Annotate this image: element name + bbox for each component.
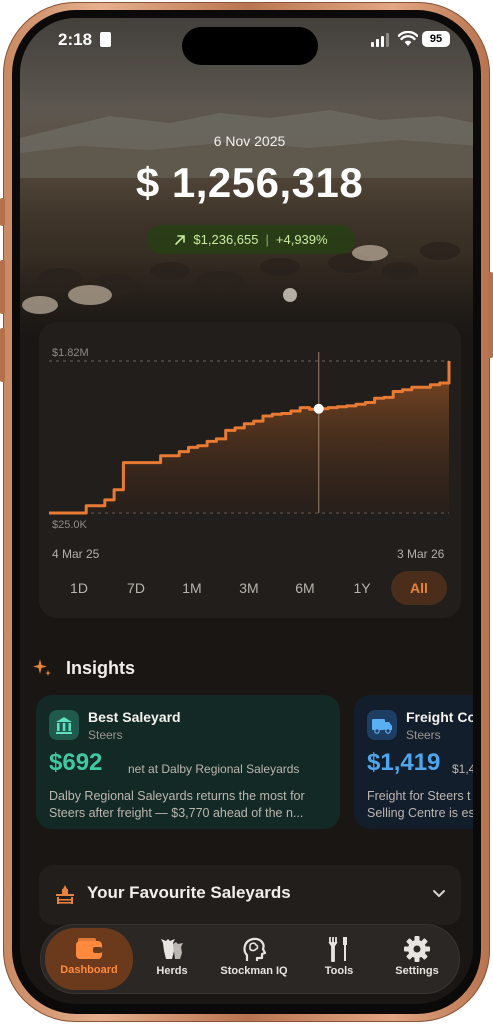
sparkle-icon [33,659,51,676]
insight-subtitle: Steers [406,728,441,742]
volume-down-button [0,328,5,382]
tab-stockman-iq[interactable]: Stockman IQ [209,925,299,993]
brain-head-icon [243,937,267,961]
insight-description: Freight for Steers t Selling Centre is e… [367,789,473,820]
tab-herds[interactable]: Herds [137,925,207,993]
insight-value: $1,419 [367,749,441,776]
range-selector: 1D 7D 1M 3M 6M 1Y All [39,571,461,605]
arrow-up-right-icon [175,234,186,245]
power-button [488,272,493,358]
insight-title: Best Saleyard [88,709,181,725]
tab-label: Herds [156,965,188,977]
insight-title: Freight Co [406,709,473,725]
range-6m[interactable]: 6M [277,571,333,605]
insight-card-best-saleyard[interactable]: Best Saleyard Steers $692 net at Dalby R… [36,695,340,829]
insight-description: Dalby Regional Saleyards returns the mos… [49,789,305,820]
tab-label: Stockman IQ [220,965,288,977]
change-percent: +4,939% [275,232,328,247]
range-all[interactable]: All [391,571,447,605]
insights-header: Insights [32,656,135,680]
bank-icon [49,710,79,740]
x-axis-start-label: 4 Mar 25 [52,547,100,561]
volume-up-button [0,260,5,314]
status-time: 2:18 [58,30,93,49]
insight-note: net at Dalby Regional Saleyards [128,762,300,776]
tab-dashboard[interactable]: Dashboard [45,928,133,990]
favourite-saleyards-title: Your Favourite Saleyards [87,883,291,902]
id-card-icon [100,32,111,47]
change-pill: $1,236,655 | +4,939% [147,225,355,254]
wifi-icon [398,31,418,46]
balance-date: 6 Nov 2025 [213,133,286,149]
tab-label: Tools [324,965,354,977]
wallet-icon [76,938,102,959]
action-button [0,198,5,226]
change-amount: $1,236,655 [193,232,259,247]
range-1y[interactable]: 1Y [334,571,390,605]
battery-indicator: 95 [422,31,450,47]
tab-settings[interactable]: Settings [379,925,455,993]
insight-subtitle: Steers [88,728,123,742]
y-axis-max-label: $1.82M [52,347,89,359]
insight-note: $1,4 [452,762,473,776]
insight-value: $692 [49,749,103,776]
selected-point[interactable] [313,403,324,414]
insights-title: Insights [66,657,136,678]
screen: 2:18 95 6 Nov 2025 $ 1,256,318 $1,236,65… [20,18,473,1004]
cattle-icon [161,939,183,959]
range-7d[interactable]: 7D [108,571,164,605]
signal-icon [371,33,389,47]
change-separator: | [265,232,269,247]
tab-label: Dashboard [60,964,118,976]
tab-bar: Dashboard Herds Stockman IQ Tools Settin… [40,924,460,994]
portfolio-balance: $ 1,256,318 [135,159,364,206]
y-axis-min-label: $25.0K [52,519,87,531]
gear-icon [404,936,430,962]
tools-icon [328,937,347,962]
range-1m[interactable]: 1M [164,571,220,605]
tab-label: Settings [395,965,439,977]
chart-area [49,361,449,513]
chevron-down-icon[interactable] [432,887,446,901]
truck-icon [367,710,397,740]
range-3m[interactable]: 3M [221,571,277,605]
range-1d[interactable]: 1D [51,571,107,605]
chart-card: $1.82M $25.0K 4 Mar 25 3 Mar 26 1D 7D 1M… [39,322,461,618]
saleyard-icon [56,885,74,904]
favourite-saleyards-section[interactable]: Your Favourite Saleyards [39,865,461,925]
insight-card-freight-cost[interactable]: Freight Co Steers $1,419 $1,4 Freight fo… [354,695,473,829]
tab-tools[interactable]: Tools [303,925,375,993]
dynamic-island [182,27,318,65]
x-axis-end-label: 3 Mar 26 [397,547,445,561]
